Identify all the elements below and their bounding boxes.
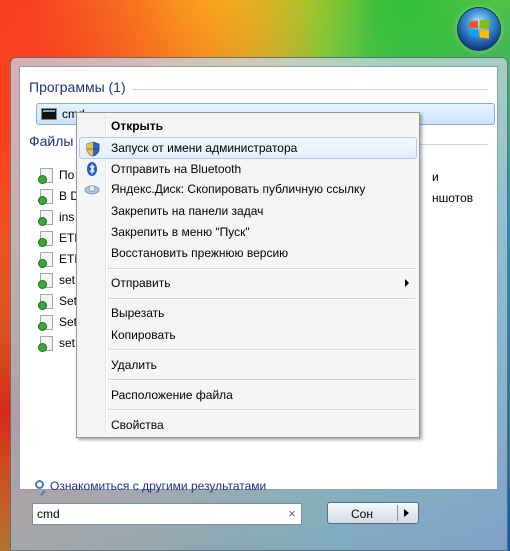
search-input[interactable] — [32, 503, 302, 525]
menu-item-label: Закрепить в меню "Пуск" — [111, 225, 250, 239]
menu-item-restore-previous-version[interactable]: Восстановить прежнюю версию — [79, 242, 417, 264]
menu-item-label: Закрепить на панели задач — [111, 204, 264, 218]
section-divider — [132, 89, 488, 90]
shutdown-options-arrow-icon[interactable] — [404, 509, 409, 517]
menu-item-label: Отправить — [111, 276, 171, 290]
menu-item-yandex-disk-copy-link[interactable]: Яндекс.Диск: Скопировать публичную ссылк… — [79, 178, 417, 200]
menu-separator — [108, 349, 415, 351]
cmd-console-icon — [41, 108, 57, 120]
files-header: Файлы — [29, 133, 74, 149]
menu-item-label: Расположение файла — [111, 388, 233, 402]
file-result-text-fragment: и — [432, 170, 439, 184]
batch-file-icon — [38, 252, 53, 268]
menu-item-label: Свойства — [111, 418, 164, 432]
menu-item-open[interactable]: Открыть — [79, 115, 417, 137]
see-more-results-label: Ознакомиться с другими результатами — [50, 479, 267, 493]
batch-file-icon — [38, 336, 53, 352]
menu-separator — [108, 379, 415, 381]
batch-file-icon — [38, 189, 53, 205]
menu-item-label: Копировать — [111, 328, 176, 342]
menu-item-label: Яндекс.Диск: Скопировать публичную ссылк… — [111, 182, 366, 196]
clear-search-icon[interactable]: × — [285, 507, 299, 521]
file-result-text-fragment: ншотов — [432, 191, 474, 205]
batch-file-icon — [38, 210, 53, 226]
uac-shield-icon — [86, 141, 100, 157]
menu-separator — [108, 409, 415, 411]
search-icon — [35, 480, 44, 489]
menu-item-properties[interactable]: Свойства — [79, 414, 417, 436]
menu-separator — [108, 268, 415, 270]
menu-item-delete[interactable]: Удалить — [79, 354, 417, 376]
batch-file-icon — [38, 231, 53, 247]
start-orb-button[interactable] — [458, 8, 500, 50]
menu-item-label: Восстановить прежнюю версию — [111, 246, 289, 260]
menu-item-run-as-admin[interactable]: Запуск от имени администратора — [79, 137, 417, 159]
menu-item-pin-start-menu[interactable]: Закрепить в меню "Пуск" — [79, 221, 417, 243]
menu-item-label: Открыть — [111, 119, 164, 133]
file-result-label: set — [59, 273, 76, 287]
batch-file-icon — [38, 315, 53, 331]
context-menu: Открыть Запуск от имени администратора О… — [76, 112, 420, 438]
windows-logo-icon — [469, 18, 489, 39]
menu-item-label: Вырезать — [111, 306, 165, 320]
button-divider — [397, 505, 398, 521]
menu-separator — [108, 298, 415, 300]
shutdown-button-label: Сон — [351, 507, 373, 521]
menu-item-send-bluetooth[interactable]: Отправить на Bluetooth — [79, 158, 417, 180]
batch-file-icon — [38, 273, 53, 289]
menu-item-label: Удалить — [111, 358, 157, 372]
menu-item-copy[interactable]: Копировать — [79, 324, 417, 346]
batch-file-icon — [38, 168, 53, 184]
submenu-arrow-icon — [405, 279, 409, 287]
file-result-label: Set — [59, 315, 78, 329]
batch-file-icon — [38, 294, 53, 310]
file-result-label: По — [59, 168, 75, 182]
bluetooth-icon — [87, 162, 97, 176]
yandex-disk-icon — [84, 185, 100, 195]
shutdown-button[interactable]: Сон — [327, 502, 419, 524]
file-result-label: Set — [59, 294, 78, 308]
menu-item-file-location[interactable]: Расположение файла — [79, 384, 417, 406]
menu-item-label: Запуск от имени администратора — [111, 141, 298, 155]
file-result-label: ins — [59, 210, 75, 224]
file-result-label: set — [59, 336, 76, 350]
menu-item-pin-taskbar[interactable]: Закрепить на панели задач — [79, 200, 417, 222]
programs-header: Программы (1) — [29, 79, 126, 95]
menu-item-label: Отправить на Bluetooth — [111, 162, 242, 176]
menu-item-send-to[interactable]: Отправить — [79, 272, 417, 294]
menu-item-cut[interactable]: Вырезать — [79, 302, 417, 324]
